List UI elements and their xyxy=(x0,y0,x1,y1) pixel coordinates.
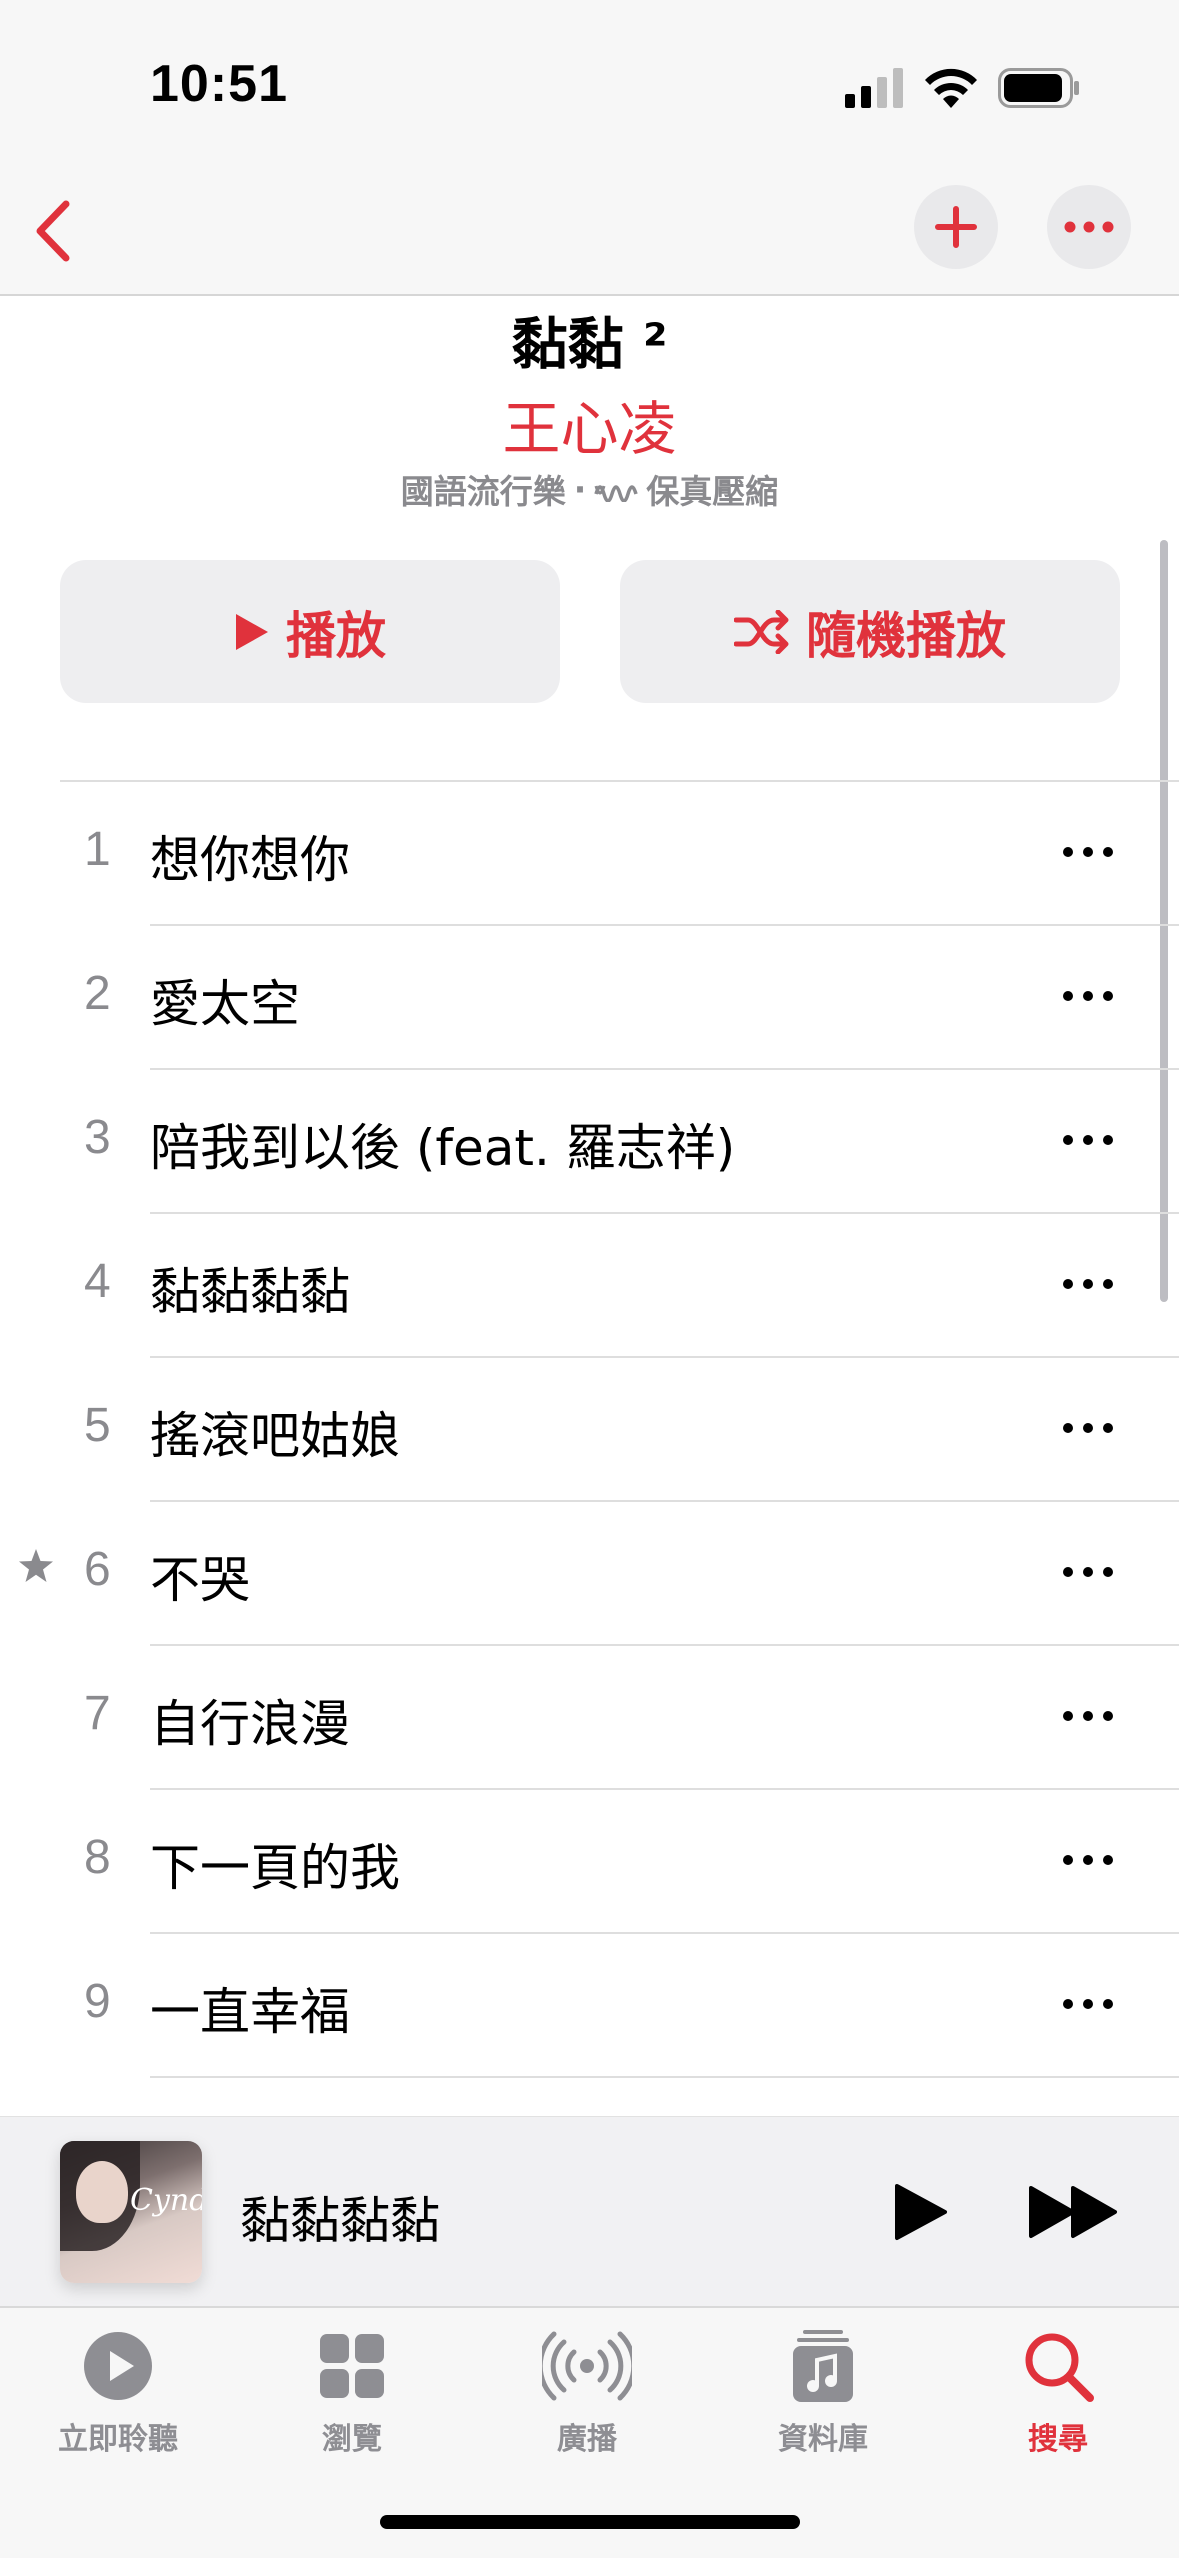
track-title: 陪我到以後 (feat. 羅志祥) xyxy=(150,1119,736,1177)
track-number: 5 xyxy=(84,1399,111,1452)
play-icon xyxy=(236,613,268,650)
track-number: 7 xyxy=(84,1687,111,1740)
track-row[interactable]: 5 搖滾吧姑娘 xyxy=(0,1358,1179,1502)
track-number: 9 xyxy=(84,1975,111,2028)
track-number: 8 xyxy=(84,1831,111,1884)
track-row[interactable]: 3 陪我到以後 (feat. 羅志祥) xyxy=(0,1070,1179,1214)
track-number: 2 xyxy=(84,967,111,1020)
track-row[interactable]: 8 下一頁的我 xyxy=(0,1790,1179,1934)
track-more-button[interactable] xyxy=(1060,1126,1116,1154)
track-row[interactable]: 4 黏黏黏黏 xyxy=(0,1214,1179,1358)
track-row[interactable]: 9 一直幸福 xyxy=(0,1934,1179,2078)
tab-label: 立即聆聽 xyxy=(58,2422,178,2457)
back-button[interactable] xyxy=(22,196,92,266)
tab-library[interactable]: 資料庫 xyxy=(733,2328,913,2458)
quality-label: 保真壓縮 xyxy=(646,472,779,511)
more-options-button[interactable] xyxy=(1047,185,1131,269)
track-row[interactable]: 2 愛太空 xyxy=(0,926,1179,1070)
radio-waves-icon xyxy=(542,2331,632,2401)
search-icon xyxy=(1025,2333,1094,2402)
grid-icon xyxy=(320,2334,384,2398)
meta-separator: · xyxy=(573,469,587,509)
track-number: 1 xyxy=(84,823,111,876)
track-title: 想你想你 xyxy=(150,831,350,889)
ellipsis-icon xyxy=(1064,221,1114,233)
mini-player[interactable]: Cyndi 黏黏黏黏 xyxy=(0,2116,1179,2307)
tab-search[interactable]: 搜尋 xyxy=(968,2328,1148,2458)
track-more-button[interactable] xyxy=(1060,1414,1116,1442)
tab-label: 瀏覽 xyxy=(322,2422,382,2457)
track-row[interactable]: 6 不哭 xyxy=(0,1502,1179,1646)
add-button[interactable] xyxy=(914,185,998,269)
track-row[interactable]: 1 想你想你 xyxy=(0,782,1179,926)
tab-label: 資料庫 xyxy=(778,2422,868,2457)
star-icon xyxy=(19,1549,53,1582)
home-indicator[interactable] xyxy=(380,2515,800,2529)
shuffle-button[interactable]: 隨機播放 xyxy=(620,560,1120,703)
track-title: 搖滾吧姑娘 xyxy=(150,1407,400,1465)
genre-label: 國語流行樂 xyxy=(400,472,566,511)
track-title: 黏黏黏黏 xyxy=(150,1263,350,1321)
track-more-button[interactable] xyxy=(1060,982,1116,1010)
chevron-left-icon xyxy=(36,200,70,262)
lossless-icon xyxy=(594,485,638,502)
tab-radio[interactable]: 廣播 xyxy=(497,2328,677,2458)
play-label: 播放 xyxy=(286,606,386,665)
plus-icon xyxy=(935,206,977,248)
track-more-button[interactable] xyxy=(1060,1558,1116,1586)
track-more-button[interactable] xyxy=(1060,1702,1116,1730)
track-more-button[interactable] xyxy=(1060,838,1116,866)
shuffle-label: 隨機播放 xyxy=(806,606,1006,665)
album-artwork[interactable]: Cyndi xyxy=(60,2141,202,2283)
mini-play-button[interactable] xyxy=(893,2183,949,2241)
track-title: 不哭 xyxy=(150,1551,250,1609)
track-title: 下一頁的我 xyxy=(150,1839,400,1897)
track-number: 6 xyxy=(84,1543,111,1596)
album-title: 黏黏 ² xyxy=(511,313,668,378)
track-number: 3 xyxy=(84,1111,111,1164)
track-more-button[interactable] xyxy=(1060,1846,1116,1874)
tab-listen-now[interactable]: 立即聆聽 xyxy=(28,2328,208,2458)
track-title: 一直幸福 xyxy=(150,1983,350,2041)
tab-label: 搜尋 xyxy=(1028,2422,1088,2457)
shuffle-icon xyxy=(734,609,789,654)
status-bar: 10:51 xyxy=(0,0,1179,170)
now-playing-title: 黏黏黏黏 xyxy=(240,2192,440,2250)
tab-browse[interactable]: 瀏覽 xyxy=(262,2328,442,2458)
play-circle-icon xyxy=(84,2332,152,2400)
cellular-signal-icon xyxy=(845,68,903,108)
track-number: 4 xyxy=(84,1255,111,1308)
artwork-script: Cyndi xyxy=(130,2183,202,2218)
track-more-button[interactable] xyxy=(1060,1270,1116,1298)
wifi-icon xyxy=(925,68,977,108)
navigation-bar xyxy=(0,170,1179,296)
status-time: 10:51 xyxy=(150,55,288,113)
music-library-icon xyxy=(793,2330,853,2402)
track-title: 愛太空 xyxy=(150,975,300,1033)
album-meta: 國語流行樂 · 保真壓縮 xyxy=(0,465,1179,513)
fast-forward-button[interactable] xyxy=(1028,2185,1120,2239)
track-more-button[interactable] xyxy=(1060,1990,1116,2018)
track-row[interactable]: 7 自行浪漫 xyxy=(0,1646,1179,1790)
tab-label: 廣播 xyxy=(557,2422,617,2457)
play-button[interactable]: 播放 xyxy=(60,560,560,703)
row-divider xyxy=(150,2076,1179,2078)
track-title: 自行浪漫 xyxy=(150,1695,350,1753)
artist-name[interactable]: 王心凌 xyxy=(0,382,1179,466)
battery-icon xyxy=(998,68,1079,108)
